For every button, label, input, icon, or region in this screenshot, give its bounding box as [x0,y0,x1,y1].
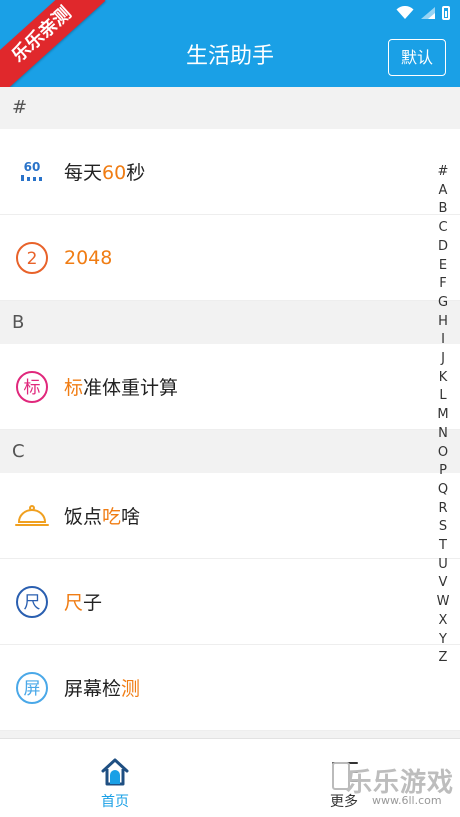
food-cloche-icon [14,498,50,534]
section-header-c: C [0,431,460,473]
list-item-label: 2048 [64,246,113,269]
index-letter[interactable]: W [437,593,450,612]
watermark-url: www.6ll.com [372,794,442,807]
index-letter[interactable]: G [438,294,448,313]
index-letter[interactable]: O [438,444,448,463]
sixty-seconds-icon: 60 [14,154,50,190]
list-item-2048[interactable]: 2 2048 [0,215,460,301]
watermark-logo: 乐乐游戏 www.6ll.com [332,760,460,810]
home-icon [101,758,129,786]
index-letter[interactable]: X [439,612,448,631]
wifi-icon [396,6,414,19]
index-letter[interactable]: Q [438,481,448,500]
number-2-circle-icon: 2 [14,240,50,276]
svg-text:2: 2 [27,249,38,269]
index-letter[interactable]: T [439,537,447,556]
index-letter[interactable]: M [437,406,448,425]
list-item-label: 每天60秒 [64,162,146,184]
svg-text:尺: 尺 [24,593,41,613]
index-letter[interactable]: K [439,369,448,388]
list-item-label: 饭点吃啥 [64,506,141,528]
battery-icon [442,6,450,20]
index-letter[interactable]: Y [439,631,447,650]
index-letter[interactable]: J [441,350,445,369]
ping-circle-icon: 屏 [14,670,50,706]
index-letter[interactable]: D [438,238,448,257]
index-letter[interactable]: V [439,574,448,593]
svg-text:屏: 屏 [24,679,41,699]
nav-home-label: 首页 [101,794,129,810]
index-letter[interactable]: P [439,462,447,481]
index-letter[interactable]: R [438,500,447,519]
biao-circle-icon: 标 [14,369,50,405]
index-letter[interactable]: B [439,200,448,219]
list-item-screen-test[interactable]: 屏 屏幕检测 [0,645,460,731]
list-item-standard-weight[interactable]: 标 标准体重计算 [0,344,460,430]
signal-icon [421,7,435,19]
index-letter[interactable]: U [438,556,448,575]
list-item-label: 屏幕检测 [64,678,141,700]
index-letter[interactable]: A [439,182,448,201]
section-header-b: B [0,302,460,344]
status-bar [396,6,450,20]
chi-circle-icon: 尺 [14,584,50,620]
svg-text:60: 60 [24,160,41,174]
index-letter[interactable]: # [438,163,449,182]
list-item-label: 标准体重计算 [64,377,179,399]
default-button[interactable]: 默认 [388,39,446,76]
index-letter[interactable]: F [439,275,446,294]
index-letter[interactable]: L [439,387,446,406]
list-item-daily-60s[interactable]: 60 每天60秒 [0,129,460,215]
index-letter[interactable]: E [439,257,447,276]
index-letter[interactable]: C [438,219,447,238]
index-letter[interactable]: N [438,425,448,444]
index-letter[interactable]: Z [439,649,448,668]
section-header-hash: # [0,87,460,129]
svg-text:标: 标 [24,378,41,398]
tool-list: # 60 每天60秒 2 2048 B 标 标准体重计算 C 饭点吃啥 尺 尺子… [0,87,460,738]
list-item-what-to-eat[interactable]: 饭点吃啥 [0,473,460,559]
index-letter[interactable]: S [439,518,447,537]
list-item-label: 尺子 [64,592,103,614]
list-item-ruler[interactable]: 尺 尺子 [0,559,460,645]
alphabet-index[interactable]: # A B C D E F G H I J K L M N O P Q R S T U V W X Y Z [433,163,453,668]
index-letter[interactable]: I [441,331,445,350]
nav-home[interactable]: 首页 [55,739,175,817]
index-letter[interactable]: H [438,313,448,332]
